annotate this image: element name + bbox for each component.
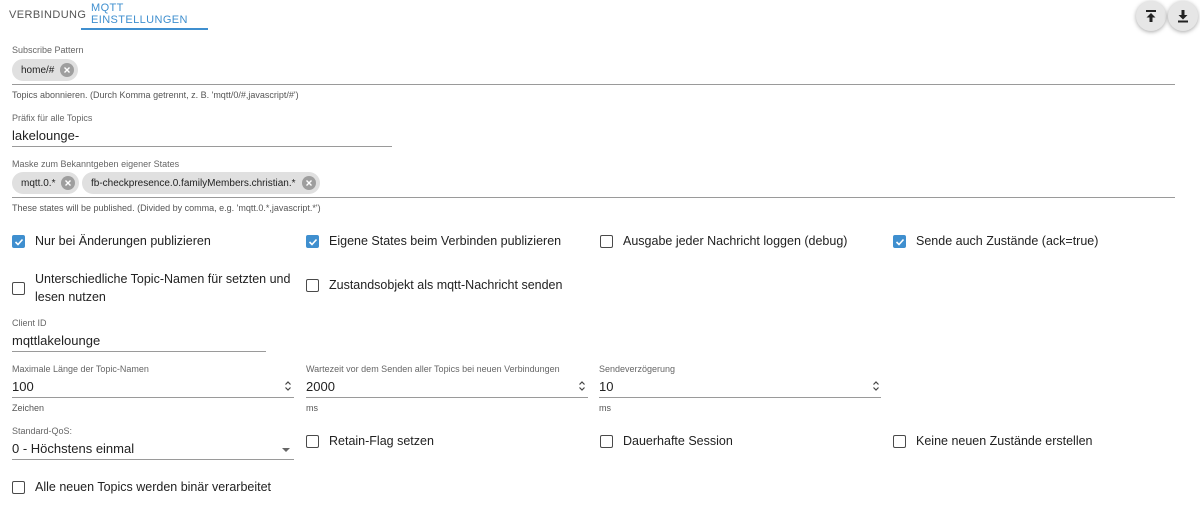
chip-label: mqtt.0.* bbox=[21, 177, 56, 189]
checkbox-unchecked-icon bbox=[893, 435, 906, 448]
client-id-input[interactable]: mqttlakelounge bbox=[12, 333, 100, 348]
checkbox-own-states-on-connect[interactable]: Eigene States beim Verbinden publizieren bbox=[306, 233, 561, 250]
chip-remove-icon[interactable] bbox=[60, 63, 75, 77]
tab-verbindung[interactable]: VERBINDUNG bbox=[0, 0, 86, 30]
checkbox-different-topic-names[interactable]: Unterschiedliche Topic-Namen für setzten… bbox=[12, 270, 290, 306]
checkbox-state-object-as-message[interactable]: Zustandsobjekt als mqtt-Nachricht senden bbox=[306, 277, 562, 294]
wait-before-send-underline bbox=[306, 397, 588, 398]
checkbox-label-line1: Unterschiedliche Topic-Namen für setzten… bbox=[35, 272, 291, 286]
send-delay-unit: ms bbox=[599, 403, 611, 413]
tab-bar: VERBINDUNG MQTT EINSTELLUNGEN bbox=[0, 0, 208, 32]
checkbox-unchecked-icon bbox=[306, 435, 319, 448]
checkbox-unchecked-icon bbox=[600, 435, 613, 448]
checkbox-no-new-states[interactable]: Keine neuen Zustände erstellen bbox=[893, 433, 1093, 450]
checkbox-unchecked-icon bbox=[600, 235, 613, 248]
wait-before-send-label: Wartezeit vor dem Senden aller Topics be… bbox=[306, 364, 560, 374]
prefix-label: Präfix für alle Topics bbox=[12, 113, 93, 123]
checkbox-label: Sende auch Zustände (ack=true) bbox=[916, 234, 1099, 248]
upload-button[interactable] bbox=[1136, 1, 1166, 31]
checkbox-label: Nur bei Änderungen publizieren bbox=[35, 234, 211, 248]
chip-remove-icon[interactable] bbox=[301, 176, 316, 190]
max-topic-length-input[interactable]: 100 bbox=[12, 379, 34, 394]
subscribe-pattern-label: Subscribe Pattern bbox=[12, 45, 84, 55]
checkbox-log-every-message[interactable]: Ausgabe jeder Nachricht loggen (debug) bbox=[600, 233, 847, 250]
send-delay-underline bbox=[599, 397, 881, 398]
checkbox-label: Keine neuen Zustände erstellen bbox=[916, 434, 1093, 448]
qos-underline bbox=[12, 459, 294, 460]
subscribe-pattern-underline bbox=[12, 84, 1175, 85]
checkbox-checked-icon bbox=[893, 235, 906, 248]
chip-remove-icon[interactable] bbox=[61, 176, 76, 190]
checkbox-send-ack-true[interactable]: Sende auch Zustände (ack=true) bbox=[893, 233, 1098, 250]
spinner-icon[interactable] bbox=[578, 380, 586, 392]
wait-before-send-unit: ms bbox=[306, 403, 318, 413]
checkbox-unchecked-icon bbox=[12, 281, 25, 295]
subscribe-chip: home/# bbox=[12, 59, 79, 81]
checkbox-checked-icon bbox=[306, 235, 319, 248]
checkbox-persistent-session[interactable]: Dauerhafte Session bbox=[600, 433, 733, 450]
client-id-label: Client ID bbox=[12, 318, 47, 328]
max-topic-length-label: Maximale Länge der Topic-Namen bbox=[12, 364, 149, 374]
max-topic-length-unit: Zeichen bbox=[12, 403, 45, 413]
spinner-icon[interactable] bbox=[284, 380, 292, 392]
wait-before-send-input[interactable]: 2000 bbox=[306, 379, 335, 394]
prefix-underline bbox=[12, 146, 392, 147]
upload-to-top-icon bbox=[1146, 10, 1156, 22]
subscribe-pattern-helper: Topics abonnieren. (Durch Komma getrennt… bbox=[12, 90, 299, 100]
download-button[interactable] bbox=[1168, 1, 1198, 31]
checkbox-label: Dauerhafte Session bbox=[623, 434, 733, 448]
mask-helper: These states will be published. (Divided… bbox=[12, 203, 321, 213]
chip-label: fb-checkpresence.0.familyMembers.christi… bbox=[91, 177, 296, 189]
send-delay-input[interactable]: 10 bbox=[599, 379, 613, 394]
checkbox-checked-icon bbox=[12, 235, 25, 248]
checkbox-all-binary[interactable]: Alle neuen Topics werden binär verarbeit… bbox=[12, 479, 271, 496]
max-topic-length-underline bbox=[12, 397, 294, 398]
send-delay-label: Sendeverzögerung bbox=[599, 364, 676, 374]
checkbox-label: Unterschiedliche Topic-Namen für setzten… bbox=[35, 270, 290, 306]
mask-chip: fb-checkpresence.0.familyMembers.christi… bbox=[82, 172, 320, 194]
checkbox-only-changes[interactable]: Nur bei Änderungen publizieren bbox=[12, 233, 211, 250]
checkbox-label: Ausgabe jeder Nachricht loggen (debug) bbox=[623, 234, 848, 248]
checkbox-label: Retain-Flag setzen bbox=[329, 434, 434, 448]
checkbox-unchecked-icon bbox=[12, 481, 25, 494]
prefix-input[interactable]: lakelounge- bbox=[12, 128, 79, 143]
mask-underline bbox=[12, 197, 1175, 198]
download-icon bbox=[1178, 10, 1188, 23]
checkbox-label: Eigene States beim Verbinden publizieren bbox=[329, 234, 562, 248]
spinner-icon[interactable] bbox=[872, 380, 880, 392]
checkbox-label-line2: lesen nutzen bbox=[35, 290, 106, 304]
client-id-underline bbox=[12, 351, 266, 352]
chevron-down-icon[interactable] bbox=[282, 448, 290, 452]
chip-label: home/# bbox=[21, 64, 55, 76]
checkbox-retain-flag[interactable]: Retain-Flag setzen bbox=[306, 433, 434, 450]
qos-select[interactable]: 0 - Höchstens einmal bbox=[12, 441, 134, 456]
checkbox-label: Alle neuen Topics werden binär verarbeit… bbox=[35, 480, 272, 494]
tab-mqtt-settings[interactable]: MQTT EINSTELLUNGEN bbox=[81, 0, 208, 30]
mask-chip: mqtt.0.* bbox=[12, 172, 80, 194]
checkbox-unchecked-icon bbox=[306, 279, 319, 292]
qos-label: Standard-QoS: bbox=[12, 426, 73, 436]
mask-label: Maske zum Bekanntgeben eigener States bbox=[12, 159, 180, 169]
checkbox-label: Zustandsobjekt als mqtt-Nachricht senden bbox=[329, 278, 563, 292]
